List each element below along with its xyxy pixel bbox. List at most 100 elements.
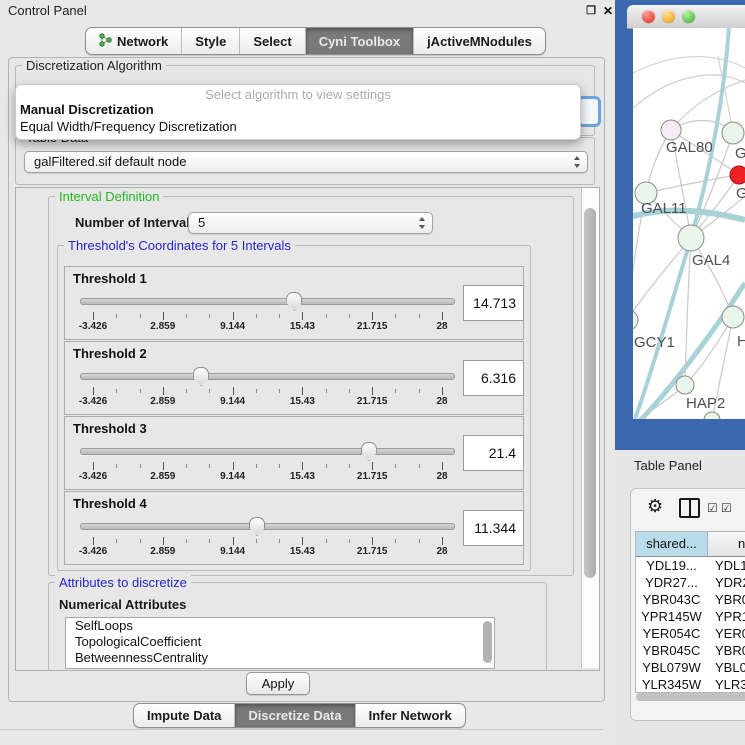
threshold-2-slider[interactable]: -3.4262.8599.14415.4321.71528 [93,366,442,406]
float-window-icon[interactable]: ❐ [584,4,598,18]
tab-cyni-toolbox[interactable]: Cyni Toolbox [306,28,414,54]
control-panel-titlebar: Control Panel ❐ ✕ [0,0,615,22]
table-row[interactable]: YBR045CYBR0 [636,642,745,659]
cell-shared-name[interactable]: YDL19... [636,557,707,574]
slider-track [80,523,455,530]
table-row[interactable]: YER054CYER0 [636,625,745,642]
control-panel-title: Control Panel [8,0,87,22]
table-row[interactable]: YLR345WYLR3 [636,676,745,692]
threshold-2-label: Threshold 2 [73,346,147,361]
cell-shared-name[interactable]: YBL079W [636,659,707,676]
popup-item-equal-width-frequency[interactable]: Equal Width/Frequency Discretization [20,119,576,134]
split-columns-icon[interactable] [679,498,700,518]
attribute-list-item[interactable]: TopologicalCoefficient [66,634,494,650]
network-node-node-top-right[interactable] [722,122,744,144]
cell-shared-name[interactable]: YLR345W [636,676,707,692]
cell-shared-name[interactable]: YBR043C [636,591,707,608]
network-node-GAL4[interactable] [678,225,704,251]
slider-tick [233,537,234,545]
slider-tick [163,462,164,470]
attribute-list-item[interactable]: SelfLoops [66,618,494,634]
threshold-1-slider[interactable]: -3.4262.8599.14415.4321.71528 [93,291,442,331]
network-node-node-bottom[interactable] [704,412,720,419]
network-node-GAL80[interactable] [661,120,681,140]
scrollbar-thumb[interactable] [584,208,596,578]
table-panel-body: ⚙ ☑ ☑ shared... na YDL19...YDL1YDR27...Y… [630,488,745,721]
table-row[interactable]: YBR043CYBR0 [636,591,745,608]
column-header-shared-name[interactable]: shared... [636,532,708,556]
attributes-list-scrollbar[interactable] [483,621,492,663]
threshold-3-slider[interactable]: -3.4262.8599.14415.4321.71528 [93,441,442,481]
network-node-label: GAL [735,145,745,162]
tab-network[interactable]: Network [86,28,182,54]
slider-tick-labels: -3.4262.8599.14415.4321.71528 [93,546,442,558]
settings-vertical-scrollbar[interactable] [581,188,599,668]
network-node-label: HAP2 [686,395,725,412]
slider-tick-label: 9.144 [220,471,245,482]
numerical-attributes-list[interactable]: SelfLoopsTopologicalCoefficientBetweenne… [65,617,495,669]
table-row[interactable]: YBL079WYBL0 [636,659,745,676]
slider-thumb[interactable] [249,517,265,536]
slider-thumb[interactable] [286,292,302,311]
table-horizontal-scrollbar[interactable] [636,693,745,701]
slider-tick [302,387,303,395]
cell-shared-name[interactable]: YBR045C [636,642,707,659]
network-node-H-node[interactable] [722,306,744,328]
algorithm-dropdown-hint: Select algorithm to view settings [16,87,580,102]
slider-tick [163,312,164,320]
network-canvas[interactable]: GAL80GALGGAL11GAL4GCY1HHAP2 [633,28,745,419]
cell-name[interactable]: YDL1 [707,557,745,574]
cell-name[interactable]: YPR1 [707,608,745,625]
tab-discretize-data[interactable]: Discretize Data [235,704,355,727]
gear-icon[interactable]: ⚙ [647,496,663,518]
popup-item-manual-discretization[interactable]: Manual Discretization [20,102,576,117]
table-row[interactable]: YDR27...YDR2 [636,574,745,591]
cell-name[interactable]: YER0 [707,625,745,642]
cell-shared-name[interactable]: YDR27... [636,574,707,591]
cell-name[interactable]: YBL0 [707,659,745,676]
network-node-red-node[interactable] [730,166,745,184]
cell-name[interactable]: YBR0 [707,642,745,659]
slider-tick [419,314,420,318]
slider-thumb[interactable] [361,442,377,461]
apply-button[interactable]: Apply [246,672,310,695]
network-node-GCY1[interactable] [633,310,638,330]
tab-select[interactable]: Select [240,28,305,54]
tab-impute-data[interactable]: Impute Data [134,704,235,727]
slider-tick [372,387,373,395]
close-panel-icon[interactable]: ✕ [601,4,615,18]
cell-name[interactable]: YLR3 [707,676,745,692]
table-row[interactable]: YPR145WYPR1 [636,608,745,625]
table-row[interactable]: YDL19...YDL1 [636,557,745,574]
minimize-traffic-light-icon[interactable] [662,10,675,23]
number-of-intervals-combobox[interactable]: 5 [188,212,433,234]
cell-shared-name[interactable]: YPR145W [636,608,707,625]
cell-shared-name[interactable]: YER054C [636,625,707,642]
slider-tick [419,389,420,393]
interval-definition-group: Interval Definition Number of Intervals … [48,196,574,576]
checkbox-icon[interactable]: ☑ [707,501,718,515]
slider-tick [349,389,350,393]
threshold-2-value-field[interactable]: 6.316 [463,360,524,396]
cell-name[interactable]: YBR0 [707,591,745,608]
threshold-3-value-field[interactable]: 21.4 [463,435,524,471]
threshold-4-value-field[interactable]: 11.344 [463,510,524,546]
zoom-traffic-light-icon[interactable] [682,10,695,23]
cell-name[interactable]: YDR2 [707,574,745,591]
attribute-list-item[interactable]: BetweennessCentrality [66,650,494,666]
network-window-titlebar[interactable] [627,5,745,29]
tab-jactivemnodules[interactable]: jActiveMNodules [414,28,545,54]
tab-style[interactable]: Style [182,28,240,54]
column-header-name[interactable]: na [708,532,745,556]
tab-infer-network[interactable]: Infer Network [356,704,465,727]
node-attribute-table[interactable]: shared... na YDL19...YDL1YDR27...YDR2YBR… [635,531,745,693]
checkbox-icon[interactable]: ☑ [721,501,732,515]
network-node-HAP2[interactable] [676,376,694,394]
slider-tick [442,537,443,545]
threshold-4-slider[interactable]: -3.4262.8599.14415.4321.71528 [93,516,442,556]
close-traffic-light-icon[interactable] [642,10,655,23]
slider-ticks [93,462,442,470]
threshold-1-value-field[interactable]: 14.713 [463,285,524,321]
slider-thumb[interactable] [193,367,209,386]
table-data-combobox[interactable]: galFiltered.sif default node [24,151,588,173]
